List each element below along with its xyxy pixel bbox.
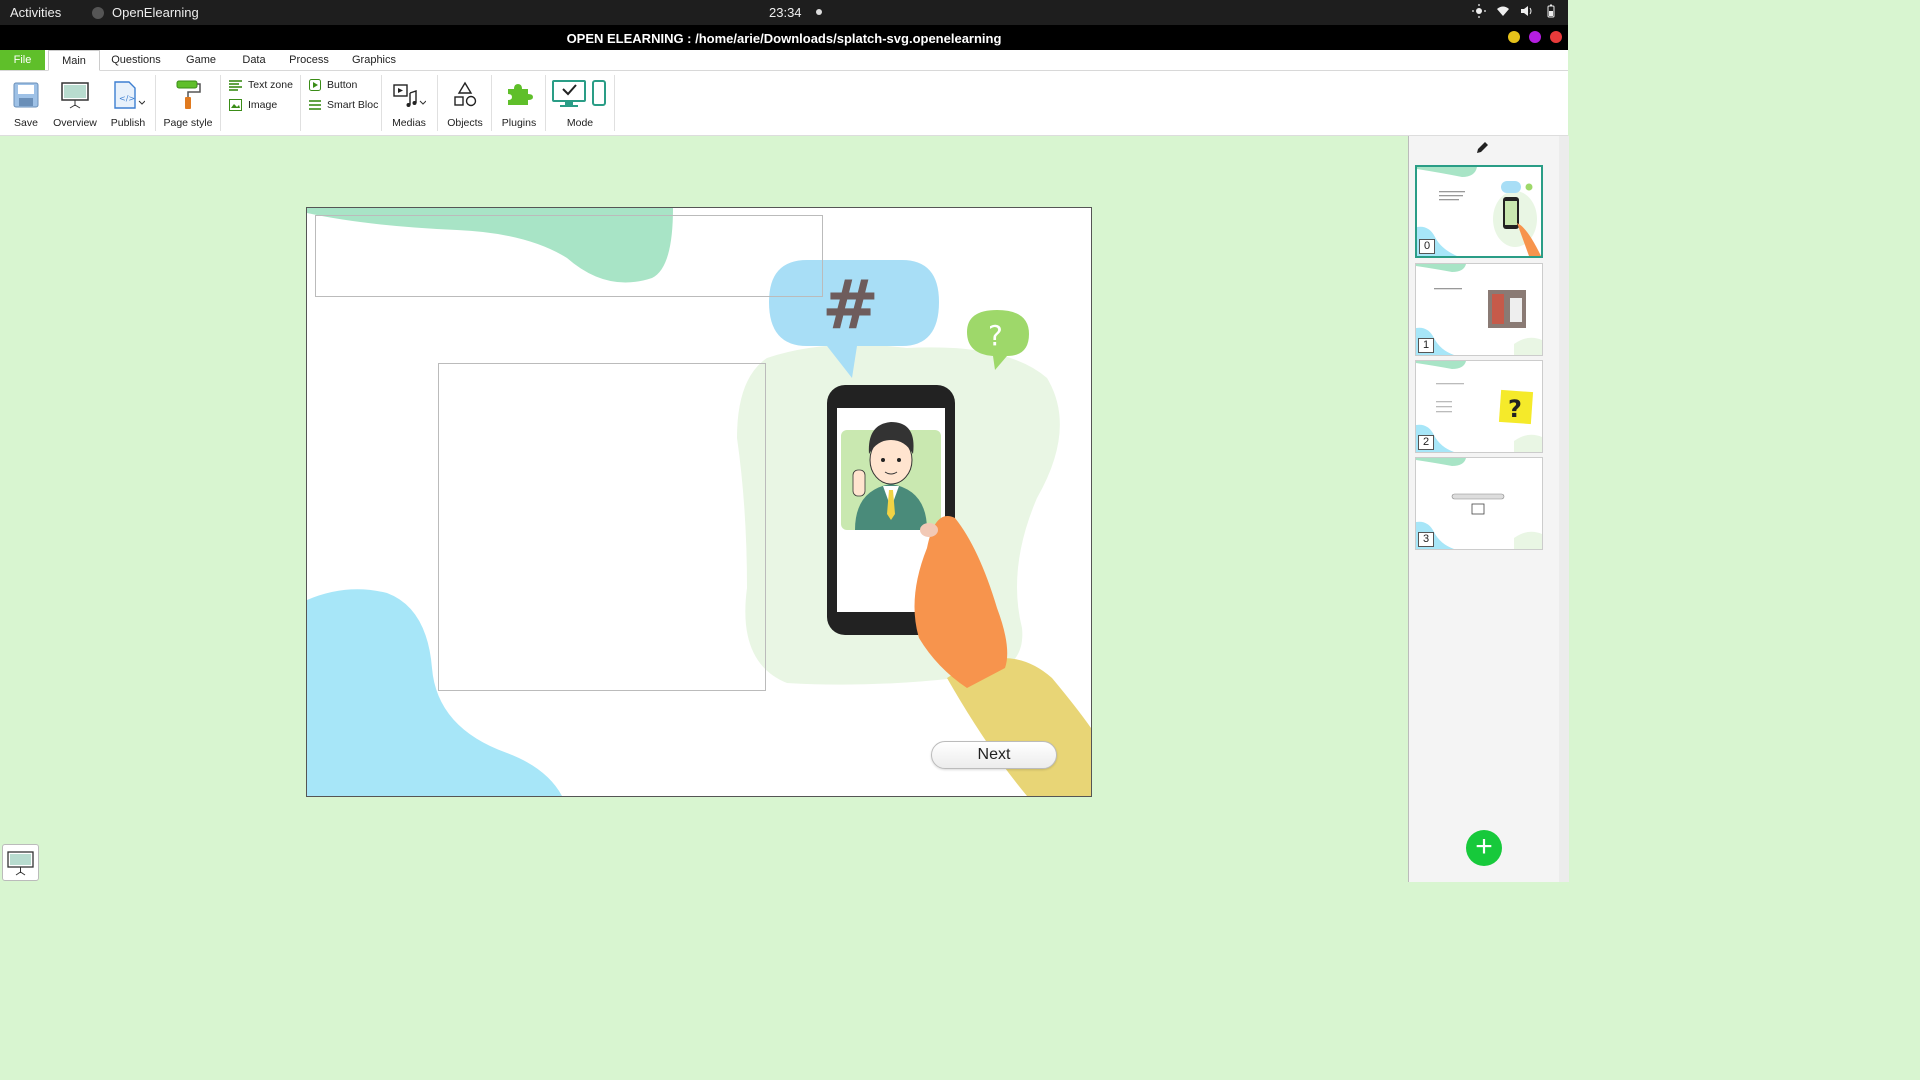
medias-label: Medias — [392, 117, 426, 129]
app-menu[interactable]: OpenElearning — [92, 5, 199, 20]
objects-label: Objects — [447, 117, 483, 129]
button-tool-label: Button — [327, 79, 358, 91]
page-thumbnail[interactable]: ? 2 — [1415, 360, 1543, 453]
objects-button[interactable]: Objects — [444, 71, 486, 129]
text-zone-button[interactable]: Text zone — [229, 79, 293, 91]
tab-graphics[interactable]: Graphics — [348, 50, 400, 70]
volume-icon — [1521, 6, 1532, 16]
menu-tabs: File Main Questions Game Data Process Gr… — [0, 50, 1568, 71]
thumbnail-preview — [1416, 264, 1542, 355]
smart-bloc-label: Smart Bloc — [327, 99, 379, 111]
maximize-button[interactable] — [1529, 31, 1541, 43]
puzzle-piece-icon — [508, 84, 533, 105]
tab-main[interactable]: Main — [48, 50, 100, 71]
tab-file[interactable]: File — [0, 50, 45, 70]
overview-label: Overview — [53, 117, 97, 129]
pages-panel: 0 1 ? 2 3 + — [1408, 136, 1569, 882]
button-tool[interactable]: Button — [309, 79, 357, 91]
ribbon-toolbar: Save Overview </> Publish Page style Tex… — [0, 71, 1568, 136]
slide-canvas[interactable]: # ? Next — [306, 207, 1092, 797]
mode-button[interactable]: Mode — [550, 71, 610, 129]
notification-dot — [816, 9, 822, 15]
tab-data[interactable]: Data — [236, 50, 272, 70]
content-text-zone[interactable] — [438, 363, 766, 691]
svg-text:?: ? — [1508, 395, 1522, 423]
next-button[interactable]: Next — [931, 741, 1057, 769]
question-mark-text: ? — [988, 319, 1003, 352]
publish-label: Publish — [110, 117, 146, 129]
plus-icon: + — [1475, 830, 1493, 863]
tab-game[interactable]: Game — [180, 50, 222, 70]
publish-document-icon: </> — [114, 81, 145, 109]
thumbnail-preview — [1417, 167, 1541, 256]
text-zone-icon — [229, 79, 242, 91]
tab-process[interactable]: Process — [284, 50, 334, 70]
save-label: Save — [14, 117, 38, 129]
text-zone-label: Text zone — [248, 79, 293, 91]
save-button[interactable]: Save — [8, 71, 44, 129]
button-icon — [309, 79, 321, 91]
activities-button[interactable]: Activities — [10, 5, 61, 20]
brightness-icon — [1472, 4, 1486, 18]
plugins-label: Plugins — [501, 117, 537, 129]
pages-scrollbar[interactable] — [1559, 136, 1569, 882]
page-thumbnail[interactable]: 3 — [1415, 457, 1543, 550]
app-name: OpenElearning — [112, 5, 199, 20]
shapes-icon — [454, 81, 477, 107]
page-thumbnail[interactable]: 0 — [1415, 165, 1543, 258]
paint-roller-icon — [176, 80, 201, 109]
presentation-board-icon — [61, 82, 89, 109]
media-icon — [393, 84, 426, 107]
window-title-bar: OPEN ELEARNING : /home/arie/Downloads/sp… — [0, 25, 1568, 50]
hashtag-text: # — [822, 266, 879, 345]
page-style-button[interactable]: Page style — [162, 71, 214, 129]
svg-text:</>: </> — [119, 94, 135, 103]
window-title: OPEN ELEARNING : /home/arie/Downloads/sp… — [566, 31, 1002, 46]
system-top-bar: Activities OpenElearning 23:34 — [0, 0, 1568, 25]
medias-button[interactable]: Medias — [390, 71, 428, 129]
page-number: 2 — [1418, 435, 1435, 450]
smart-bloc-button[interactable]: Smart Bloc — [309, 99, 378, 111]
image-label: Image — [248, 99, 278, 111]
close-button[interactable] — [1550, 31, 1562, 43]
presentation-board-icon — [7, 851, 34, 876]
desktop-mobile-icon — [552, 80, 606, 107]
page-number: 3 — [1418, 532, 1435, 547]
system-tray[interactable] — [1472, 4, 1558, 18]
plugins-button[interactable]: Plugins — [498, 71, 540, 129]
thumbnail-preview — [1416, 458, 1542, 549]
page-number: 1 — [1418, 338, 1435, 353]
save-icon — [13, 82, 39, 108]
clock[interactable]: 23:34 — [769, 5, 802, 20]
title-text-zone[interactable] — [315, 215, 823, 297]
page-style-label: Page style — [163, 117, 213, 129]
page-number: 0 — [1419, 239, 1436, 254]
workspace: # ? Next — [0, 136, 1408, 882]
page-thumbnail[interactable]: 1 — [1415, 263, 1543, 356]
overview-shortcut[interactable] — [2, 844, 39, 881]
smart-bloc-icon — [309, 99, 321, 110]
mode-label: Mode — [566, 117, 594, 129]
publish-button[interactable]: </> Publish — [108, 71, 148, 129]
battery-icon — [1547, 4, 1555, 18]
thumbnail-preview: ? — [1416, 361, 1542, 452]
app-icon — [92, 6, 104, 19]
wifi-icon — [1497, 6, 1509, 16]
add-page-button[interactable]: + — [1466, 830, 1502, 866]
image-button[interactable]: Image — [229, 99, 277, 111]
pencil-icon[interactable] — [1475, 141, 1489, 155]
image-icon — [229, 99, 242, 111]
minimize-button[interactable] — [1508, 31, 1520, 43]
overview-button[interactable]: Overview — [52, 71, 98, 129]
tab-questions[interactable]: Questions — [108, 50, 164, 70]
